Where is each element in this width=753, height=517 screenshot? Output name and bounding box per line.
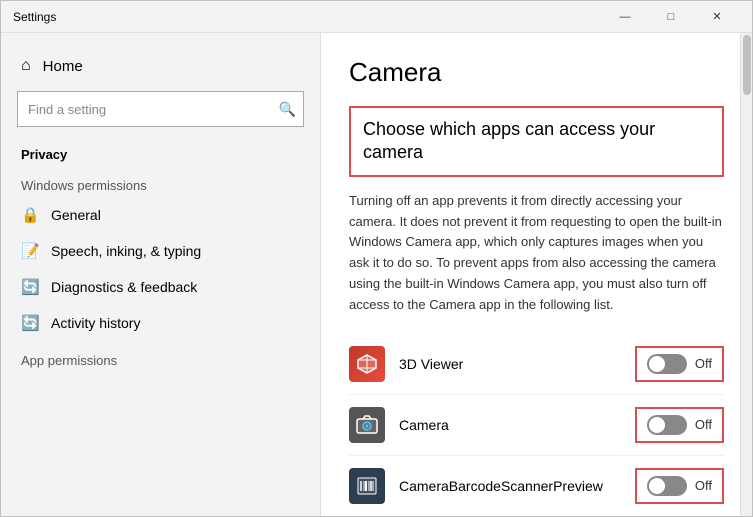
- window-title: Settings: [13, 10, 602, 24]
- lock-icon: 🔒: [21, 206, 39, 224]
- home-label: Home: [43, 58, 83, 75]
- toggle-camera[interactable]: [647, 415, 687, 435]
- privacy-section-title: Privacy: [1, 139, 320, 166]
- toggle-area-barcode: Off: [635, 468, 724, 504]
- toggle-label-camera: Off: [695, 417, 712, 432]
- close-button[interactable]: ✕: [694, 1, 740, 33]
- home-icon: ⌂: [21, 57, 31, 75]
- activity-icon: 🔄: [21, 314, 39, 332]
- scrollbar[interactable]: [740, 33, 752, 516]
- table-row: CameraBarcodeScannerPreview Off: [349, 456, 724, 516]
- table-row: Camera Off: [349, 395, 724, 456]
- app-icon-camera: [349, 407, 385, 443]
- sidebar: ⌂ Home 🔍 Privacy Windows permissions 🔒 G…: [1, 33, 321, 516]
- section-heading: Choose which apps can access your camera: [363, 118, 710, 165]
- toggle-label-barcode: Off: [695, 478, 712, 493]
- maximize-button[interactable]: □: [648, 1, 694, 33]
- sidebar-item-diagnostics-label: Diagnostics & feedback: [51, 279, 197, 295]
- sidebar-item-activity[interactable]: 🔄 Activity history: [1, 305, 320, 341]
- scrollbar-thumb[interactable]: [743, 35, 751, 95]
- minimize-button[interactable]: —: [602, 1, 648, 33]
- apps-list: 3D Viewer Off: [349, 334, 724, 516]
- content-area: ⌂ Home 🔍 Privacy Windows permissions 🔒 G…: [1, 33, 752, 516]
- toggle-area-camera: Off: [635, 407, 724, 443]
- speech-icon: 📝: [21, 242, 39, 260]
- sidebar-item-diagnostics[interactable]: 🔄 Diagnostics & feedback: [1, 269, 320, 305]
- app-name-camera: Camera: [399, 417, 635, 433]
- search-input[interactable]: [17, 91, 304, 127]
- titlebar: Settings — □ ✕: [1, 1, 752, 33]
- toggle-knob-camera: [649, 417, 665, 433]
- app-icon-3dviewer: [349, 346, 385, 382]
- search-box: 🔍: [17, 91, 304, 127]
- sidebar-item-general[interactable]: 🔒 General: [1, 197, 320, 233]
- page-title: Camera: [349, 57, 724, 88]
- app-name-barcode: CameraBarcodeScannerPreview: [399, 478, 635, 494]
- toggle-label-3dviewer: Off: [695, 356, 712, 371]
- sidebar-item-activity-label: Activity history: [51, 315, 140, 331]
- toggle-knob-barcode: [649, 478, 665, 494]
- toggle-knob-3dviewer: [649, 356, 665, 372]
- window-controls: — □ ✕: [602, 1, 740, 33]
- table-row: 3D Viewer Off: [349, 334, 724, 395]
- diagnostics-icon: 🔄: [21, 278, 39, 296]
- sidebar-item-speech[interactable]: 📝 Speech, inking, & typing: [1, 233, 320, 269]
- settings-window: Settings — □ ✕ ⌂ Home 🔍 Privacy Windows …: [0, 0, 753, 517]
- search-icon[interactable]: 🔍: [279, 101, 296, 118]
- toggle-barcode[interactable]: [647, 476, 687, 496]
- app-name-3dviewer: 3D Viewer: [399, 356, 635, 372]
- app-icon-barcode: [349, 468, 385, 504]
- description-text: Turning off an app prevents it from dire…: [349, 191, 724, 316]
- app-permissions-title: App permissions: [1, 341, 320, 372]
- highlighted-section: Choose which apps can access your camera: [349, 106, 724, 177]
- sidebar-item-general-label: General: [51, 207, 101, 223]
- toggle-area-3dviewer: Off: [635, 346, 724, 382]
- toggle-3dviewer[interactable]: [647, 354, 687, 374]
- windows-permissions-title: Windows permissions: [1, 166, 320, 197]
- home-nav-item[interactable]: ⌂ Home: [1, 49, 320, 83]
- sidebar-item-speech-label: Speech, inking, & typing: [51, 243, 201, 259]
- main-content: Camera Choose which apps can access your…: [321, 33, 752, 516]
